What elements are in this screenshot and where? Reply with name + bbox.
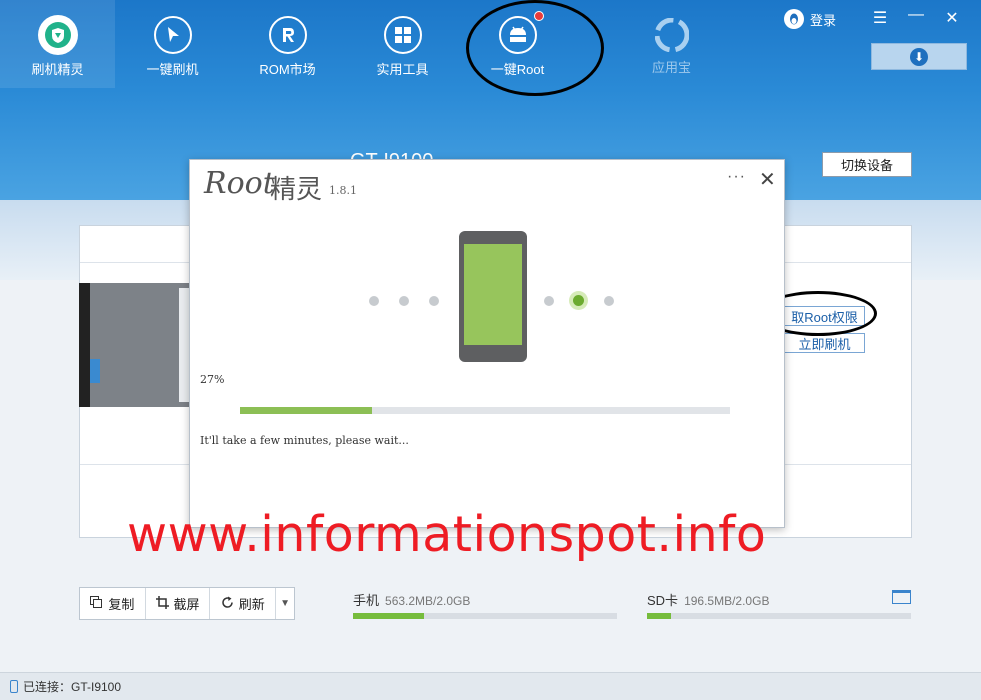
step-dot — [369, 296, 379, 306]
progress-percent: 27% — [200, 373, 225, 386]
more-options-icon[interactable]: ··· — [727, 168, 746, 186]
dialog-logo-cn: 精灵 — [270, 175, 323, 205]
refresh-label: 刷新 — [238, 597, 265, 612]
refresh-icon — [221, 596, 234, 612]
sd-storage-bar — [647, 613, 911, 619]
phone-storage-value: 563.2MB/2.0GB — [385, 594, 471, 608]
dialog-logo: Root — [204, 166, 275, 201]
thumbnail-edge — [179, 288, 189, 402]
grid-tools-icon — [383, 16, 422, 54]
step-dot-active — [569, 291, 588, 310]
sd-storage-info: SD卡 196.5MB/2.0GB — [647, 590, 769, 609]
minimize-icon[interactable]: — — [905, 6, 927, 24]
download-arrow-icon: ⬇ — [910, 47, 928, 66]
nav-label: 一键刷机 — [146, 62, 199, 77]
rom-r-icon — [268, 16, 307, 54]
folder-icon[interactable] — [892, 590, 911, 604]
sd-storage-label: SD卡 — [647, 593, 679, 608]
phone-illustration — [459, 231, 527, 362]
screenshot-button[interactable]: 截屏 — [146, 588, 211, 619]
refresh-button[interactable]: 刷新 — [210, 588, 277, 619]
qq-penguin-icon — [784, 9, 804, 29]
copy-button[interactable]: 复制 — [80, 588, 146, 619]
copy-label: 复制 — [108, 597, 135, 612]
cursor-icon — [153, 16, 192, 54]
nav-label: ROM市场 — [259, 62, 316, 77]
nav-item-app-store[interactable]: 应用宝 — [614, 0, 729, 88]
dialog-version: 1.8.1 — [329, 184, 357, 197]
wait-message: It'll take a few minutes, please wait... — [200, 434, 409, 447]
phone-screen — [464, 244, 522, 345]
copy-icon — [90, 595, 103, 612]
phone-storage-bar — [353, 613, 617, 619]
device-screen-thumbnail — [79, 283, 189, 407]
connection-status: 已连接：GT-I9100 — [23, 680, 122, 694]
screenshot-label: 截屏 — [173, 597, 200, 612]
status-bar: 已连接：GT-I9100 — [0, 672, 981, 700]
flash-now-button[interactable]: 立即刷机 — [784, 333, 865, 353]
close-window-icon[interactable]: ✕ — [941, 8, 963, 28]
sd-storage-fill — [647, 613, 671, 619]
login-label: 登录 — [810, 12, 837, 28]
progress-fill — [240, 407, 373, 414]
step-dot — [544, 296, 554, 306]
download-button[interactable]: ⬇ — [871, 43, 967, 70]
nav-item-flash-genie[interactable]: 刷机精灵 — [0, 0, 115, 88]
root-genie-dialog: Root 精灵 1.8.1 ··· ✕ 27% It'll take a few… — [189, 159, 785, 528]
root-progress-bar — [240, 407, 730, 414]
step-dot — [604, 296, 614, 306]
toolbar-dropdown-icon[interactable]: ▼ — [276, 588, 294, 619]
annotation-ellipse-root-nav — [466, 0, 604, 96]
menu-icon[interactable]: ☰ — [869, 8, 891, 28]
watermark-text: www.informationspot.info — [127, 506, 767, 563]
nav-label: 实用工具 — [376, 62, 429, 77]
shield-logo-icon — [37, 15, 78, 55]
step-dot — [399, 296, 409, 306]
crop-icon — [155, 595, 169, 612]
nav-item-one-click-flash[interactable]: 一键刷机 — [115, 0, 230, 88]
dialog-close-icon[interactable]: ✕ — [759, 167, 776, 192]
phone-storage-info: 手机 563.2MB/2.0GB — [353, 590, 470, 609]
nav-item-rom-market[interactable]: ROM市场 — [230, 0, 345, 88]
nav-item-tools[interactable]: 实用工具 — [345, 0, 460, 88]
sd-storage-value: 196.5MB/2.0GB — [684, 594, 770, 608]
thumbnail-highlight — [90, 359, 100, 383]
device-toolbar: 复制 截屏 刷新 ▼ — [79, 587, 295, 620]
appstore-icon — [653, 16, 691, 54]
thumbnail-sidebar — [79, 283, 90, 407]
nav-label: 应用宝 — [651, 60, 691, 75]
phone-storage-label: 手机 — [353, 593, 380, 608]
phone-storage-fill — [353, 613, 425, 619]
switch-device-button[interactable]: 切换设备 — [822, 152, 912, 177]
nav-label: 刷机精灵 — [31, 62, 84, 77]
step-dot — [429, 296, 439, 306]
login-button[interactable]: 登录 — [784, 9, 836, 29]
phone-status-icon — [10, 680, 18, 693]
